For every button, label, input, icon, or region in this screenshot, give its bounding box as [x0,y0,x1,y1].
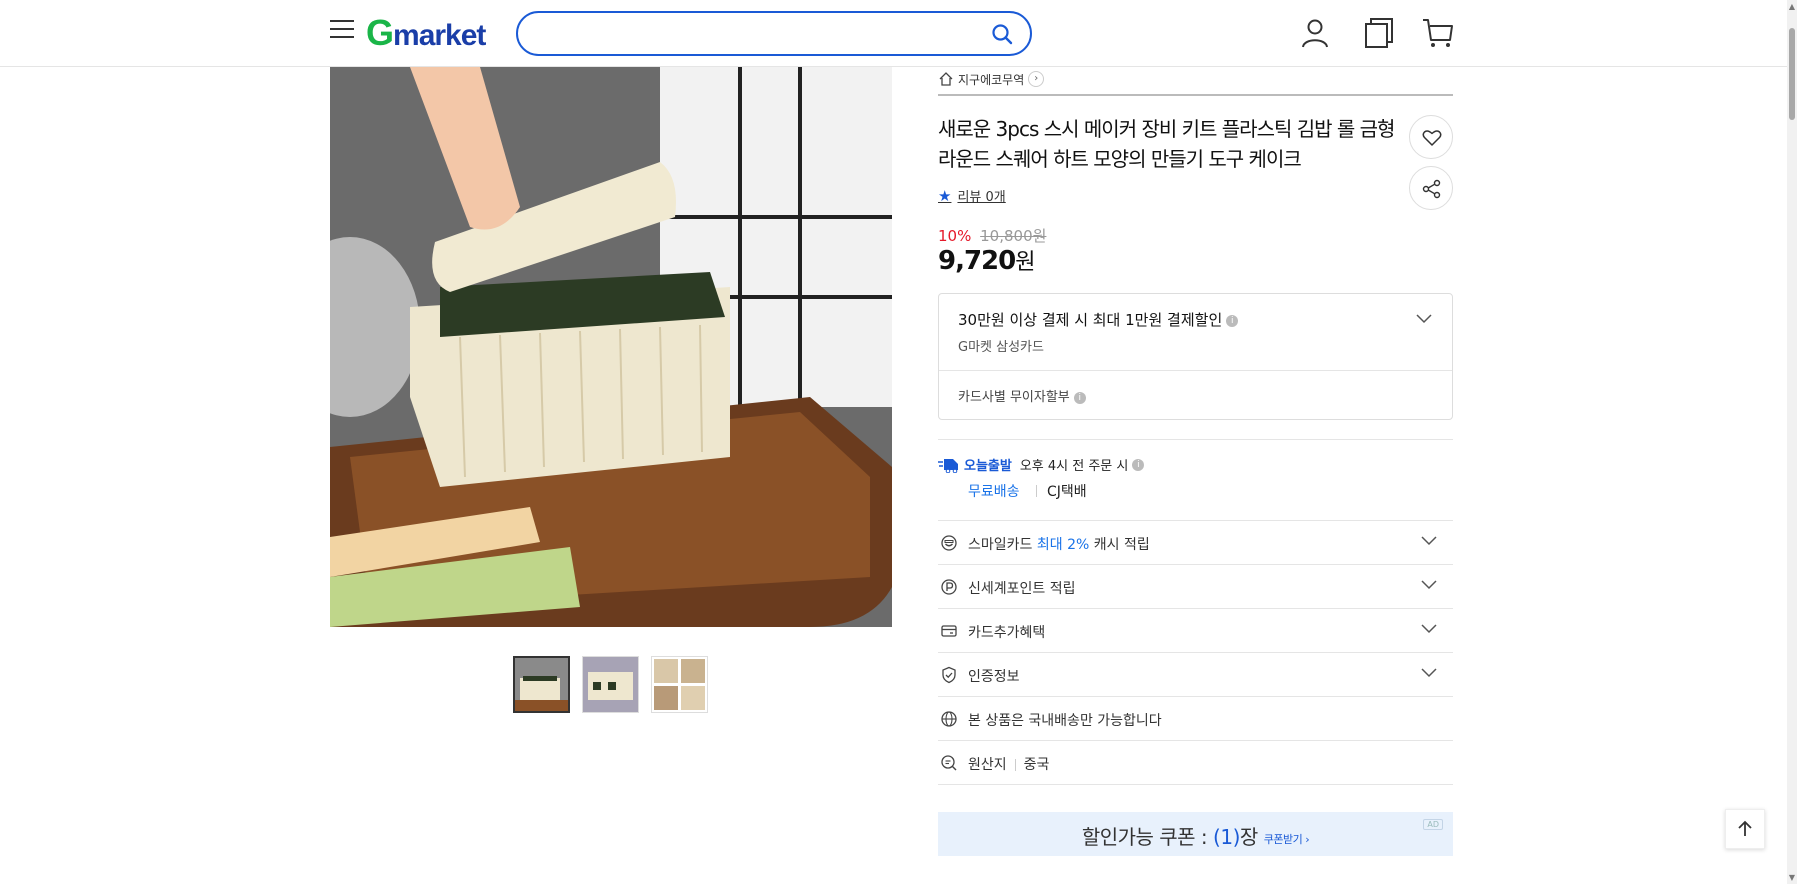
benefit-label: 인증정보 [968,669,1020,685]
installment-info: 카드사별 무이자할부 i [958,386,1086,405]
cart-icon[interactable] [1421,16,1455,50]
benefit-label: 신세계포인트 적립 [968,581,1076,597]
point-icon [941,579,957,595]
smile-icon [941,535,957,551]
home-icon [939,72,953,86]
review-link[interactable]: ★ 리뷰 0개 [938,186,1006,206]
benefit-card-extra[interactable]: 카드추가혜택 [938,609,1453,653]
benefit-label: 스마일카드 최대 2% 캐시 적립 [968,534,1150,554]
divider [1014,759,1016,771]
chevron-right-icon: › [1028,71,1045,87]
scrollbar-thumb[interactable] [1789,28,1795,120]
divider [1036,485,1037,497]
logo-text: market [393,19,486,52]
sushi-maker-photo [330,67,892,627]
coupon-banner[interactable]: 할인가능 쿠폰 : (1)장 쿠폰받기 › AD [938,812,1453,856]
coupon-download-link[interactable]: 쿠폰받기 › [1264,833,1310,846]
card-discount-box[interactable]: 30만원 이상 결제 시 최대 1만원 결제할인 i G마켓 삼성카드 카드사별 … [938,293,1453,420]
card-name: G마켓 삼성카드 [958,340,1044,355]
benefit-certification[interactable]: 인증정보 [938,653,1453,697]
scroll-up-arrow-icon[interactable]: ▲ [1788,2,1796,11]
today-shipping-badge: 오늘출발 [964,459,1012,474]
seller-name: 지구에코무역 [958,72,1025,87]
globe-icon [941,711,957,727]
chevron-down-icon [1421,580,1437,590]
coupon-label: 할인가능 쿠폰 : [1081,825,1214,849]
coupon-paren-close: ) [1232,825,1241,849]
benefit-text: 스마일카드 [968,537,1037,553]
thumbnail-1[interactable] [513,656,570,713]
origin-value: 중국 [1023,757,1050,773]
product-title: 새로운 3pcs 스시 메이커 장비 키트 플라스틱 김밥 롤 금형 라운드 스… [938,117,1395,171]
scroll-down-arrow-icon[interactable]: ▼ [1788,873,1796,882]
wishlist-button[interactable] [1409,115,1453,159]
card-discount-text: 30만원 이상 결제 시 최대 1만원 결제할인 [958,311,1223,329]
coupon-text: 할인가능 쿠폰 : (1)장 쿠폰받기 › [938,821,1453,850]
arrow-up-icon [1738,820,1752,836]
share-icon [1422,179,1441,199]
thumbnail-2[interactable] [582,656,639,713]
card-icon [941,625,957,637]
review-count: 리뷰 0개 [957,190,1006,205]
menu-icon[interactable] [330,20,354,44]
fast-delivery-icon [938,458,958,473]
info-icon[interactable]: i [1073,391,1086,404]
search-bar[interactable] [516,11,1032,56]
benefit-text-suffix: 캐시 적립 [1089,537,1150,553]
chevron-down-icon[interactable] [1416,314,1432,324]
domestic-shipping-notice: 본 상품은 국내배송만 가능합니다 [938,697,1453,741]
recent-items-icon[interactable] [1362,16,1396,50]
chevron-down-icon [1421,668,1437,678]
top-header: Gmarket [0,0,1787,67]
origin-row: 원산지 중국 [938,741,1453,785]
divider [938,439,1453,440]
coupon-count: 1 [1220,825,1233,849]
free-shipping: 무료배송 [968,484,1020,500]
benefit-shinsegae-point[interactable]: 신세계포인트 적립 [938,565,1453,609]
divider [938,94,1453,96]
today-shipping: 오늘출발 오후 4시 전 주문 시 i [938,455,1145,474]
sale-price: 9,720원 [938,244,1036,276]
origin-label: 원산지 [968,757,1007,773]
chevron-down-icon [1421,536,1437,546]
benefit-highlight: 최대 2% [1036,537,1090,553]
seller-link[interactable]: 지구에코무역 › [938,69,1045,89]
search-icon[interactable] [990,22,1014,46]
origin-text: 원산지 중국 [968,754,1049,774]
shipping-cutoff: 오후 4시 전 주문 시 [1019,459,1129,474]
user-icon[interactable] [1298,16,1332,50]
info-icon[interactable]: i [1226,314,1239,327]
original-price: 10,800원 [980,227,1047,245]
magnifier-icon [941,755,957,771]
search-input[interactable] [538,21,978,47]
domestic-notice-text: 본 상품은 국내배송만 가능합니다 [968,713,1162,729]
heart-icon [1422,130,1442,146]
discount-rate: 10% [938,227,972,245]
ad-badge: AD [1423,819,1443,830]
card-discount-title: 30만원 이상 결제 시 최대 1만원 결제할인 i [958,309,1239,330]
benefit-label: 카드추가혜택 [968,625,1046,641]
page-scrollbar[interactable]: ▲ ▼ [1787,0,1797,884]
discount-row: 10% 10,800원 [938,225,1046,246]
coupon-unit: 장 [1239,825,1258,849]
installment-text: 카드사별 무이자할부 [958,390,1070,405]
logo-g: G [366,12,394,53]
carrier-name: CJ택배 [1047,484,1087,500]
thumbnail-3[interactable] [651,656,708,713]
product-main-image[interactable] [330,67,892,627]
shield-check-icon [942,666,956,684]
share-button[interactable] [1409,166,1453,210]
star-icon: ★ [938,186,952,205]
scroll-top-button[interactable] [1725,809,1765,849]
chevron-down-icon [1421,624,1437,634]
price-unit: 원 [1015,250,1035,275]
divider [939,370,1452,371]
price-number: 9,720 [938,246,1016,276]
info-icon[interactable]: i [1132,458,1145,471]
benefit-smilecard[interactable]: 스마일카드 최대 2% 캐시 적립 [938,521,1453,565]
gmarket-logo[interactable]: Gmarket [366,12,486,53]
